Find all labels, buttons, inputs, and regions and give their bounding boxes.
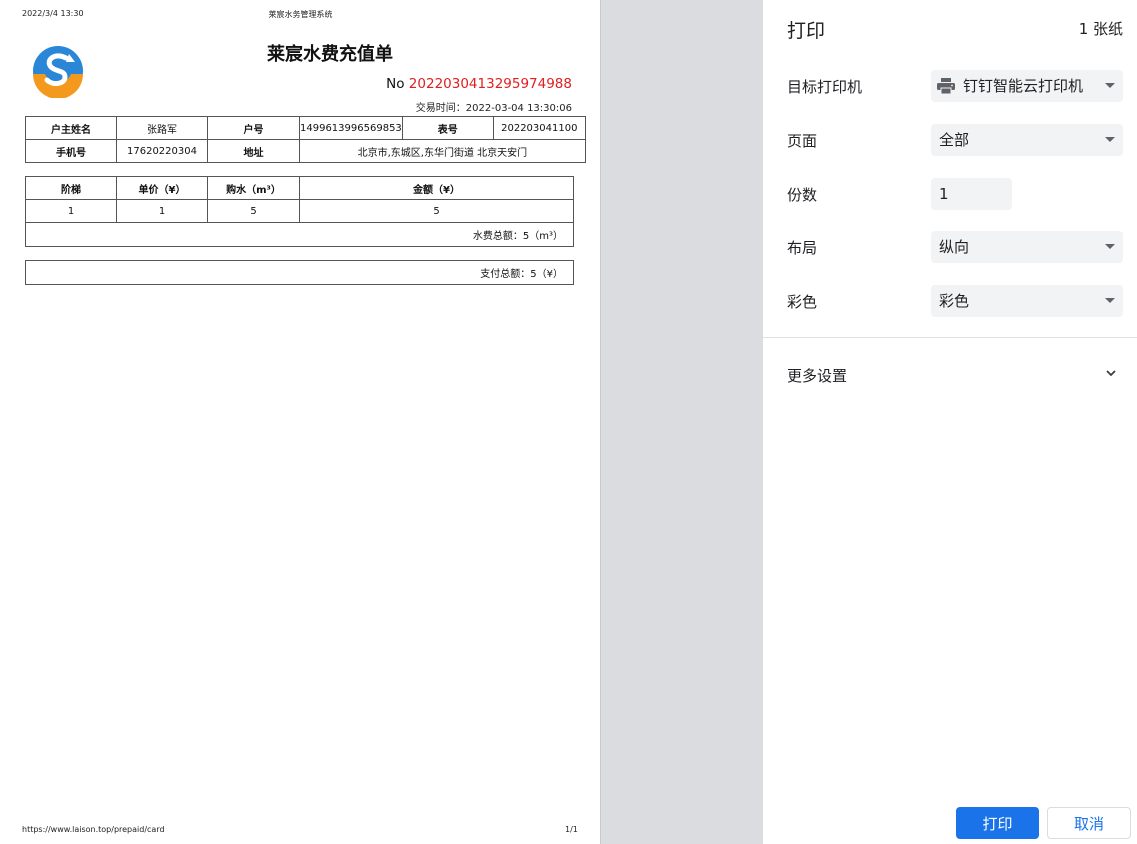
- table-row: 1 1 5 5: [25, 199, 574, 223]
- footer-page-number: 1/1: [565, 825, 578, 834]
- pages-select[interactable]: 全部: [931, 124, 1123, 156]
- phone-label: 手机号: [25, 139, 117, 163]
- dropdown-arrow-icon: [1105, 137, 1115, 142]
- pay-table: 支付总额：5（¥）: [25, 260, 574, 285]
- tier-value: 1: [25, 199, 117, 223]
- printer-value: 钉钉智能云打印机: [963, 77, 1084, 95]
- info-table: 户主姓名 张路军 户号 1499613996569853 表号 20220304…: [25, 116, 586, 163]
- amount-value: 5: [299, 199, 574, 223]
- document-number: No 2022030413295974988: [386, 76, 572, 92]
- color-value: 彩色: [939, 292, 970, 310]
- address-value: 北京市,东城区,东华门街道 北京天安门: [299, 139, 586, 163]
- owner-value: 张路军: [116, 116, 208, 140]
- layout-value: 纵向: [939, 238, 970, 256]
- printer-label: 目标打印机: [787, 78, 863, 96]
- pay-total: 支付总额：5（¥）: [25, 260, 574, 285]
- cancel-button[interactable]: 取消: [1047, 807, 1131, 839]
- copies-label: 份数: [787, 186, 818, 204]
- number-label: No: [386, 76, 405, 92]
- col-amount: 金额（¥）: [299, 176, 574, 200]
- copies-input[interactable]: 1: [931, 178, 1012, 210]
- layout-select[interactable]: 纵向: [931, 231, 1123, 263]
- divider: [763, 337, 1137, 338]
- trade-time: 交易时间：2022-03-04 13:30:06: [415, 103, 572, 114]
- account-value: 1499613996569853: [299, 116, 403, 140]
- print-settings-panel: 打印 1 张纸 目标打印机 钉钉智能云打印机 页面 全部 份数 1 布局 纵向 …: [763, 0, 1137, 844]
- sheet-count: 1 张纸: [1078, 20, 1123, 38]
- color-select[interactable]: 彩色: [931, 285, 1123, 317]
- printer-icon: [937, 78, 955, 94]
- print-button[interactable]: 打印: [956, 807, 1039, 839]
- dropdown-arrow-icon: [1105, 298, 1115, 303]
- phone-value: 17620220304: [116, 139, 208, 163]
- document-title: 莱宸水费充值单: [267, 44, 393, 65]
- printer-select[interactable]: 钉钉智能云打印机: [931, 70, 1123, 102]
- account-label: 户号: [207, 116, 300, 140]
- table-row: 户主姓名 张路军 户号 1499613996569853 表号 20220304…: [25, 116, 586, 140]
- col-price: 单价（¥）: [116, 176, 208, 200]
- table-row: 支付总额：5（¥）: [25, 260, 574, 285]
- price-value: 1: [116, 199, 208, 223]
- meter-value: 202203041100: [492, 116, 586, 140]
- pages-value: 全部: [939, 131, 970, 149]
- layout-label: 布局: [787, 239, 818, 257]
- print-preview-page: 2022/3/4 13:30 莱宸水务管理系统 莱宸水费充值单 No 20220…: [0, 0, 601, 844]
- table-row: 手机号 17620220304 地址 北京市,东城区,东华门街道 北京天安门: [25, 139, 586, 163]
- color-label: 彩色: [787, 293, 818, 311]
- col-water: 购水（m³）: [207, 176, 300, 200]
- water-total: 水费总额：5（m³）: [25, 222, 574, 247]
- table-row: 水费总额：5（m³）: [25, 222, 574, 247]
- panel-title: 打印: [787, 20, 826, 42]
- header-title: 莱宸水务管理系统: [268, 10, 333, 19]
- table-row: 阶梯 单价（¥） 购水（m³） 金额（¥）: [25, 176, 574, 200]
- detail-table: 阶梯 单价（¥） 购水（m³） 金额（¥） 1 1 5 5 水费总额：5（m³）: [25, 176, 574, 247]
- water-value: 5: [207, 199, 300, 223]
- meter-label: 表号: [401, 116, 494, 140]
- col-tier: 阶梯: [25, 176, 117, 200]
- pages-label: 页面: [787, 132, 818, 150]
- address-label: 地址: [207, 139, 300, 163]
- dropdown-arrow-icon: [1105, 244, 1115, 249]
- footer-url: https://www.laison.top/prepaid/card: [22, 825, 165, 834]
- chevron-down-icon[interactable]: [1103, 365, 1119, 381]
- more-settings-toggle[interactable]: 更多设置: [787, 365, 847, 386]
- number-value: 2022030413295974988: [408, 76, 572, 92]
- dropdown-arrow-icon: [1105, 83, 1115, 88]
- owner-label: 户主姓名: [25, 116, 117, 140]
